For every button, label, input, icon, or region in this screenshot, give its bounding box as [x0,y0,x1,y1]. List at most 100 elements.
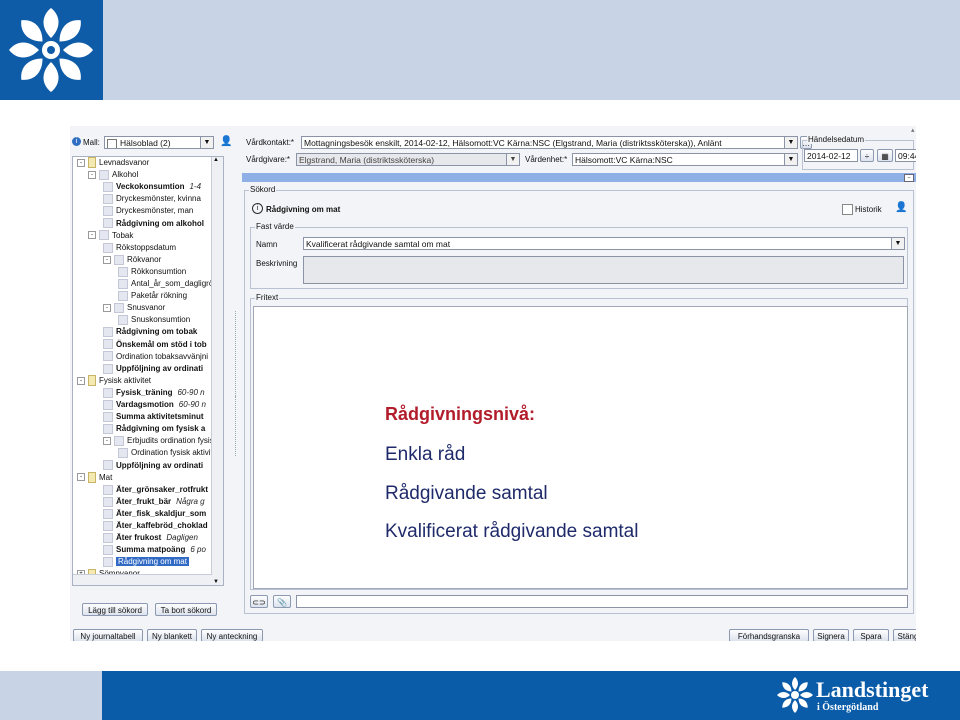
tree-item[interactable]: Ordination fysisk aktivit [118,447,213,459]
tree-item[interactable]: Dryckesmönster, man [103,205,193,217]
tree-item[interactable]: Antal_år_som_dagligrö [118,278,213,290]
splitter-left[interactable] [235,311,240,396]
historik-checkbox[interactable] [842,204,853,215]
link-icon[interactable]: ⊂⊃ [250,595,268,608]
bottom-right-button[interactable]: Förhandsgranska [729,629,809,641]
chevron-down-icon[interactable]: ▼ [506,154,519,165]
tree-item[interactable]: Rådgivning om tobak [103,326,197,338]
tree-item[interactable]: - Alkohol [88,169,138,181]
collapse-icon[interactable]: - [88,231,96,240]
header-divider [242,173,916,182]
tree-item[interactable]: Äter_grönsaker_rotfrukt [103,484,208,496]
collapse-icon[interactable]: - [103,437,111,446]
chevron-down-icon[interactable]: ▼ [891,238,904,249]
collapse-icon[interactable]: - [77,158,85,167]
time-input[interactable]: 09:44 [895,149,916,162]
tree-item[interactable]: Äter frukost Dagligen [103,532,198,544]
bottom-left-button[interactable]: Ny journaltabell [73,629,143,641]
tree-item[interactable]: Dryckesmönster, kvinna [103,193,201,205]
vardenhet-value: Hälsomott:VC Kärna:NSC [575,155,673,165]
tree-item[interactable]: Summa matpoäng 6 po [103,544,206,556]
collapse-icon[interactable]: - [103,255,111,264]
tree-item[interactable]: Rökstoppsdatum [103,242,176,254]
term-icon [103,424,113,435]
tree-item[interactable]: Äter_kaffebröd_choklad [103,520,208,532]
collapse-icon[interactable]: ▴ [911,126,915,134]
splitter-left-2[interactable] [235,396,240,456]
tree-item[interactable]: Ordination tobaksavvänjni [103,351,208,363]
scroll-down-icon[interactable]: ▼ [213,579,219,585]
tree-item-label: Äter_fisk_skaldjur_som [116,508,207,518]
tree-item-label: Antal_år_som_dagligrö [131,279,214,288]
user-icon[interactable]: 👤 [220,136,232,148]
namn-select[interactable]: Kvalificerat rådgivande samtal om mat ▼ [303,237,905,250]
tree-item[interactable]: Summa aktivitetsminut [103,411,204,423]
tree-item[interactable]: - Rökvanor [103,254,161,266]
scroll-up-icon[interactable]: ▲ [213,157,219,163]
tree-item[interactable]: Vardagsmotion 60-90 n [103,399,206,411]
term-icon [103,399,113,410]
bottom-left-button[interactable]: Ny blankett [147,629,197,641]
attachment-field[interactable] [296,595,908,608]
tree-item-label: Tobak [112,230,134,240]
tree-item[interactable]: Paketår rökning [118,290,187,302]
tree-item[interactable]: Rådgivning om mat [103,556,189,568]
mall-select[interactable]: Hälsoblad (2) ▼ [104,136,214,149]
remove-term-button[interactable]: Ta bort sökord [155,603,217,616]
tree-item[interactable]: Uppföljning av ordinati [103,363,203,375]
attachment-icon[interactable]: 📎 [273,595,291,608]
tree-item-value: 60-90 n [177,387,205,397]
collapse-icon[interactable]: - [77,376,85,385]
tree-item[interactable]: - Mat [77,471,112,484]
tree-item[interactable]: - Fysisk aktivitet [77,375,151,387]
user-icon[interactable]: 👤 [895,202,907,213]
tree-item-value: 60-90 n [178,400,206,409]
tree-item[interactable]: Uppföljning av ordinati [103,460,203,472]
fritext-editor[interactable] [253,306,908,589]
bottom-right-button[interactable]: Signera [813,629,849,641]
term-icon [114,254,124,265]
date-spinner[interactable]: ÷ [860,149,874,162]
tree-item-label: Alkohol [112,170,139,180]
tree-item[interactable]: Veckokonsumtion 1-4 [103,181,201,193]
tree-item[interactable]: Äter_fisk_skaldjur_som [103,508,206,520]
vardenhet-select[interactable]: Hälsomott:VC Kärna:NSC ▼ [572,153,798,166]
beskrivning-field[interactable] [303,256,904,284]
tree-item[interactable]: - Levnadsvanor [77,157,149,169]
add-term-button[interactable]: Lägg till sökord [82,603,148,616]
calendar-icon[interactable]: ▦ [877,149,893,162]
term-icon [103,387,113,398]
collapse-icon[interactable]: - [88,170,96,179]
collapse-icon[interactable]: - [103,304,111,313]
collapse-icon[interactable]: - [77,473,85,482]
chevron-down-icon[interactable]: ▼ [200,137,213,148]
vardgivare-select[interactable]: Elgstrand, Maria (distriktssköterska) ▼ [296,153,520,166]
tree-item[interactable]: Äter_frukt_bär Några g [103,496,205,508]
term-icon [103,411,113,422]
term-icon [103,194,113,205]
vardkontakt-select[interactable]: Mottagningsbesök enskilt, 2014-02-12, Hä… [301,136,798,149]
tree-item[interactable]: Rådgivning om fysisk a [103,423,205,435]
chevron-down-icon[interactable]: ▼ [784,154,797,165]
tree-item[interactable]: Fysisk_träning 60-90 n [103,387,205,399]
mall-label: Mall: [83,138,100,147]
tree-item[interactable]: Önskemål om stöd i tob [103,339,207,351]
tree-scrollbar[interactable]: ▲ ▼ [211,157,223,585]
tree-item[interactable]: Rådgivning om alkohol [103,218,204,230]
bottom-right-button[interactable]: Stäng [893,629,916,641]
tree-hscrollbar[interactable] [73,574,212,585]
term-icon [103,484,113,495]
bottom-left-button[interactable]: Ny anteckning [201,629,263,641]
bottom-right-button[interactable]: Spara [853,629,889,641]
chevron-down-icon[interactable]: ▼ [784,137,797,148]
tree-item-label: Äter_frukt_bär [116,496,172,506]
tree-item[interactable]: Rökkonsumtion [118,266,186,278]
date-input[interactable]: 2014-02-12 [804,149,858,162]
tree-item[interactable]: - Erbjudits ordination fysisk a [103,435,223,447]
tree-item[interactable]: - Snusvanor [103,302,165,314]
info-icon: i [72,137,81,146]
tree-item-label: Dryckesmönster, man [116,206,194,216]
tree-item[interactable]: - Tobak [88,230,133,242]
minimize-icon[interactable]: – [904,174,914,182]
tree-item[interactable]: Snuskonsumtion [118,314,190,326]
